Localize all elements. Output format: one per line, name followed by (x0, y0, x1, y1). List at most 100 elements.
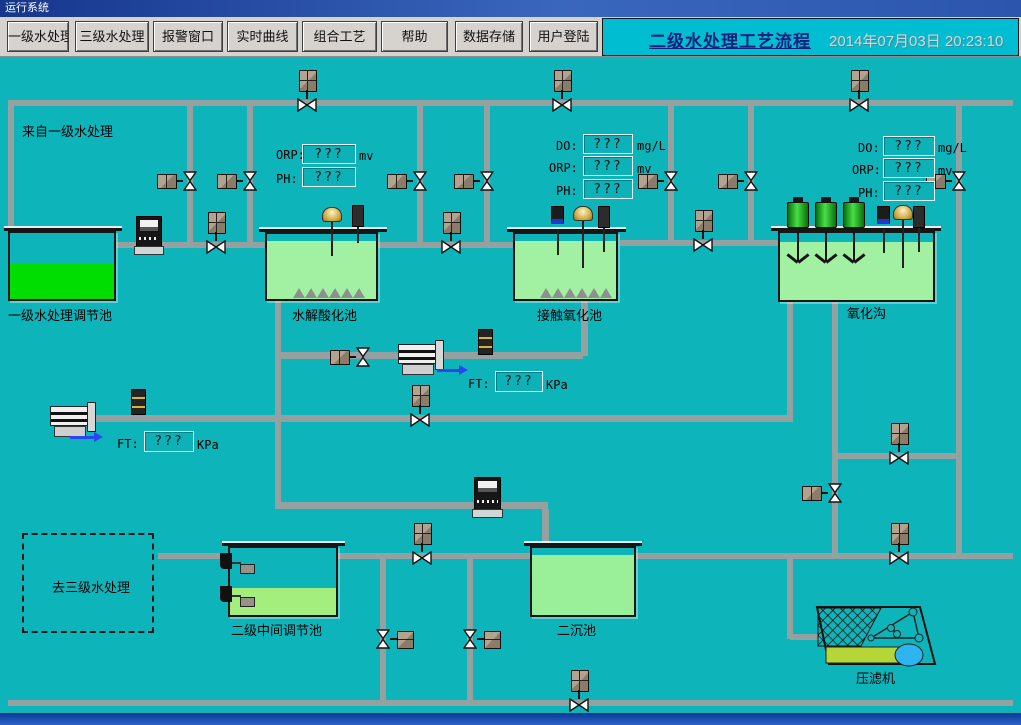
tank-label: 一级水处理调节池 (8, 305, 112, 324)
motor-valve-icon[interactable] (463, 629, 501, 649)
motor-valve-icon[interactable] (454, 171, 494, 191)
motor-valve-icon[interactable] (718, 171, 758, 191)
level-probe-icon (322, 207, 342, 222)
probe-rod (918, 228, 920, 252)
ph-value: ??? (302, 167, 356, 187)
aerator-icon (353, 288, 365, 298)
ft-label: FT: (468, 377, 490, 391)
window-title: 运行系统 (5, 2, 49, 14)
pipe-segment (83, 415, 793, 422)
tank-label: 接触氧化池 (537, 305, 602, 324)
motor-valve-icon[interactable] (217, 171, 257, 191)
mixer-icon[interactable] (843, 202, 865, 228)
tank-label: 水解酸化池 (292, 305, 357, 324)
do-label: DO: (556, 139, 578, 153)
valve-hourglass-icon (480, 171, 494, 191)
do-value: ??? (883, 136, 935, 156)
filter-press-icon[interactable] (813, 600, 941, 672)
meter-buttons (139, 237, 159, 240)
filter-press-label: 压滤机 (856, 668, 895, 687)
menu-button-help[interactable]: 帮助 (381, 21, 448, 52)
valve-hourglass-icon (463, 629, 477, 649)
valve-bowtie-icon (412, 551, 432, 565)
valve-bowtie-icon (552, 98, 572, 112)
sensor-icon (352, 205, 364, 227)
mixer-shaft (853, 227, 855, 261)
pipe-segment (278, 502, 548, 509)
tank-label: 二沉池 (557, 620, 596, 639)
orp-label: ORP: (276, 148, 305, 162)
ft-unit: KPa (546, 378, 568, 392)
orp-unit: mv (637, 162, 651, 176)
pipe-segment (787, 302, 793, 422)
aerator-icon (564, 288, 576, 298)
pipe-segment (832, 302, 838, 556)
motor-valve-icon[interactable] (387, 171, 427, 191)
menu-button-combined-process[interactable]: 组合工艺 (302, 21, 377, 52)
ph-label: PH: (858, 186, 880, 200)
flow-transmitter-icon (478, 329, 493, 355)
valve-icon[interactable] (570, 670, 588, 712)
valve-bowtie-icon (849, 98, 869, 112)
level-probe-icon (893, 205, 913, 220)
motor-valve-icon[interactable] (376, 629, 414, 649)
aerator-icon (293, 288, 305, 298)
valve-icon[interactable] (553, 70, 571, 112)
valve-icon[interactable] (890, 423, 908, 465)
motor-valve-icon[interactable] (802, 483, 842, 503)
ft-unit: KPa (197, 438, 219, 452)
valve-icon[interactable] (694, 210, 712, 252)
pump-icon[interactable] (50, 400, 100, 440)
orp-unit: mv (938, 164, 952, 178)
valve-icon[interactable] (442, 212, 460, 254)
sensor-icon (913, 206, 925, 228)
pump-icon[interactable] (398, 338, 448, 378)
valve-icon[interactable] (207, 212, 225, 254)
probe-rod (603, 228, 605, 252)
hmi-screen: 运行系统 一级水处理 三级水处理 报警窗口 实时曲线 组合工艺 帮助 数据存储 … (0, 0, 1021, 725)
valve-hourglass-icon (413, 171, 427, 191)
pump-body (398, 344, 436, 364)
meter-screen (140, 220, 158, 231)
valve-icon[interactable] (298, 70, 316, 112)
menu-button-realtime-curve[interactable]: 实时曲线 (227, 21, 298, 52)
ph-value: ??? (883, 181, 935, 201)
menu-button-tertiary-treatment[interactable]: 三级水处理 (75, 21, 149, 52)
level-switch-box (240, 597, 255, 607)
meter-icon[interactable] (474, 477, 501, 512)
pump-plate (435, 340, 444, 370)
tank-liquid (780, 242, 933, 300)
ph-value: ??? (583, 179, 633, 199)
valve-icon[interactable] (413, 523, 431, 565)
mixer-cap (821, 197, 831, 203)
mixer-icon[interactable] (815, 202, 837, 228)
valve-hourglass-icon (243, 171, 257, 191)
page-title: 二级水处理工艺流程 (649, 27, 811, 52)
screen-header: 二级水处理工艺流程 2014年07月03日 20:23:10 (602, 18, 1019, 56)
valve-bowtie-icon (889, 451, 909, 465)
menu-button-primary-treatment[interactable]: 一级水处理 (7, 21, 69, 52)
window-titlebar[interactable]: 运行系统 (0, 0, 1021, 17)
tank-liquid (10, 263, 114, 299)
pipe-segment (8, 700, 1013, 706)
mixer-icon[interactable] (787, 202, 809, 228)
menu-button-alarm-window[interactable]: 报警窗口 (153, 21, 223, 52)
valve-icon[interactable] (890, 523, 908, 565)
meter-icon[interactable] (136, 216, 162, 249)
level-switch-icon (220, 553, 232, 569)
valve-hourglass-icon (828, 483, 842, 503)
motor-valve-icon[interactable] (330, 347, 370, 367)
valve-hourglass-icon (183, 171, 197, 191)
valve-icon[interactable] (411, 385, 429, 427)
valve-icon[interactable] (850, 70, 868, 112)
ph-label: PH: (276, 172, 298, 186)
flow-transmitter-icon (131, 389, 146, 415)
menu-button-user-login[interactable]: 用户登陆 (529, 21, 598, 52)
valve-hourglass-icon (376, 629, 390, 649)
valve-bowtie-icon (410, 413, 430, 427)
mixer-cap (793, 197, 803, 203)
menu-button-data-storage[interactable]: 数据存储 (455, 21, 523, 52)
valve-bowtie-icon (441, 240, 461, 254)
valve-hourglass-icon (952, 171, 966, 191)
motor-valve-icon[interactable] (157, 171, 197, 191)
